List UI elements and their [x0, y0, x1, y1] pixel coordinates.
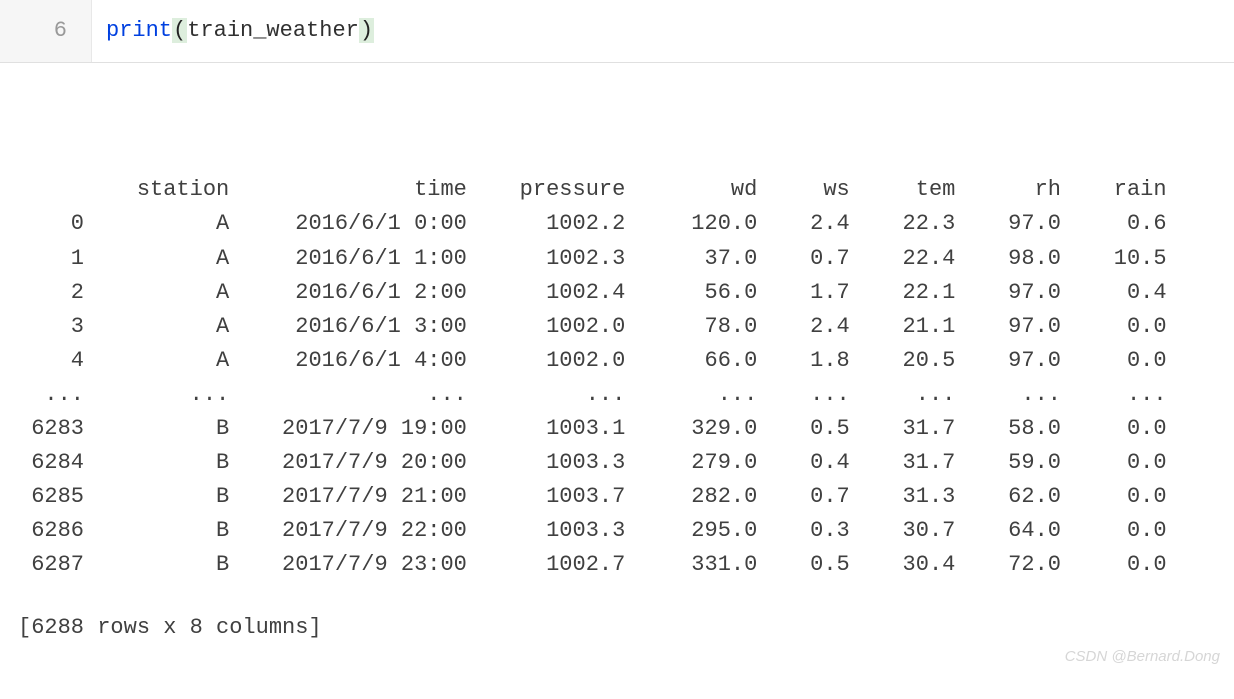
- dataframe-header: station time pressure wd ws tem rh rain: [18, 173, 1216, 207]
- dataframe-row: 1 A 2016/6/1 1:00 1002.3 37.0 0.7 22.4 9…: [18, 242, 1216, 276]
- line-number: 6: [0, 0, 92, 62]
- dataframe-row: 6286 B 2017/7/9 22:00 1003.3 295.0 0.3 3…: [18, 514, 1216, 548]
- dataframe-row: 3 A 2016/6/1 3:00 1002.0 78.0 2.4 21.1 9…: [18, 310, 1216, 344]
- token-variable: train_weather: [187, 18, 359, 43]
- output-area: station time pressure wd ws tem rh rain …: [0, 63, 1234, 699]
- token-paren-close: ): [359, 18, 374, 43]
- token-paren-open: (: [172, 18, 187, 43]
- dataframe-row: 6285 B 2017/7/9 21:00 1003.7 282.0 0.7 3…: [18, 480, 1216, 514]
- dataframe-row: 6283 B 2017/7/9 19:00 1003.1 329.0 0.5 3…: [18, 412, 1216, 446]
- code-line[interactable]: print(train_weather): [92, 0, 384, 62]
- code-cell: 6 print(train_weather): [0, 0, 1234, 63]
- dataframe-row: 2 A 2016/6/1 2:00 1002.4 56.0 1.7 22.1 9…: [18, 276, 1216, 310]
- dataframe-row: 6284 B 2017/7/9 20:00 1003.3 279.0 0.4 3…: [18, 446, 1216, 480]
- dataframe-row: 4 A 2016/6/1 4:00 1002.0 66.0 1.8 20.5 9…: [18, 344, 1216, 378]
- token-print: print: [106, 18, 172, 43]
- dataframe-shape: [6288 rows x 8 columns]: [18, 611, 1216, 645]
- dataframe-row: 0 A 2016/6/1 0:00 1002.2 120.0 2.4 22.3 …: [18, 207, 1216, 241]
- dataframe-row: 6287 B 2017/7/9 23:00 1002.7 331.0 0.5 3…: [18, 548, 1216, 582]
- dataframe-row: ... ... ... ... ... ... ... ... ...: [18, 378, 1216, 412]
